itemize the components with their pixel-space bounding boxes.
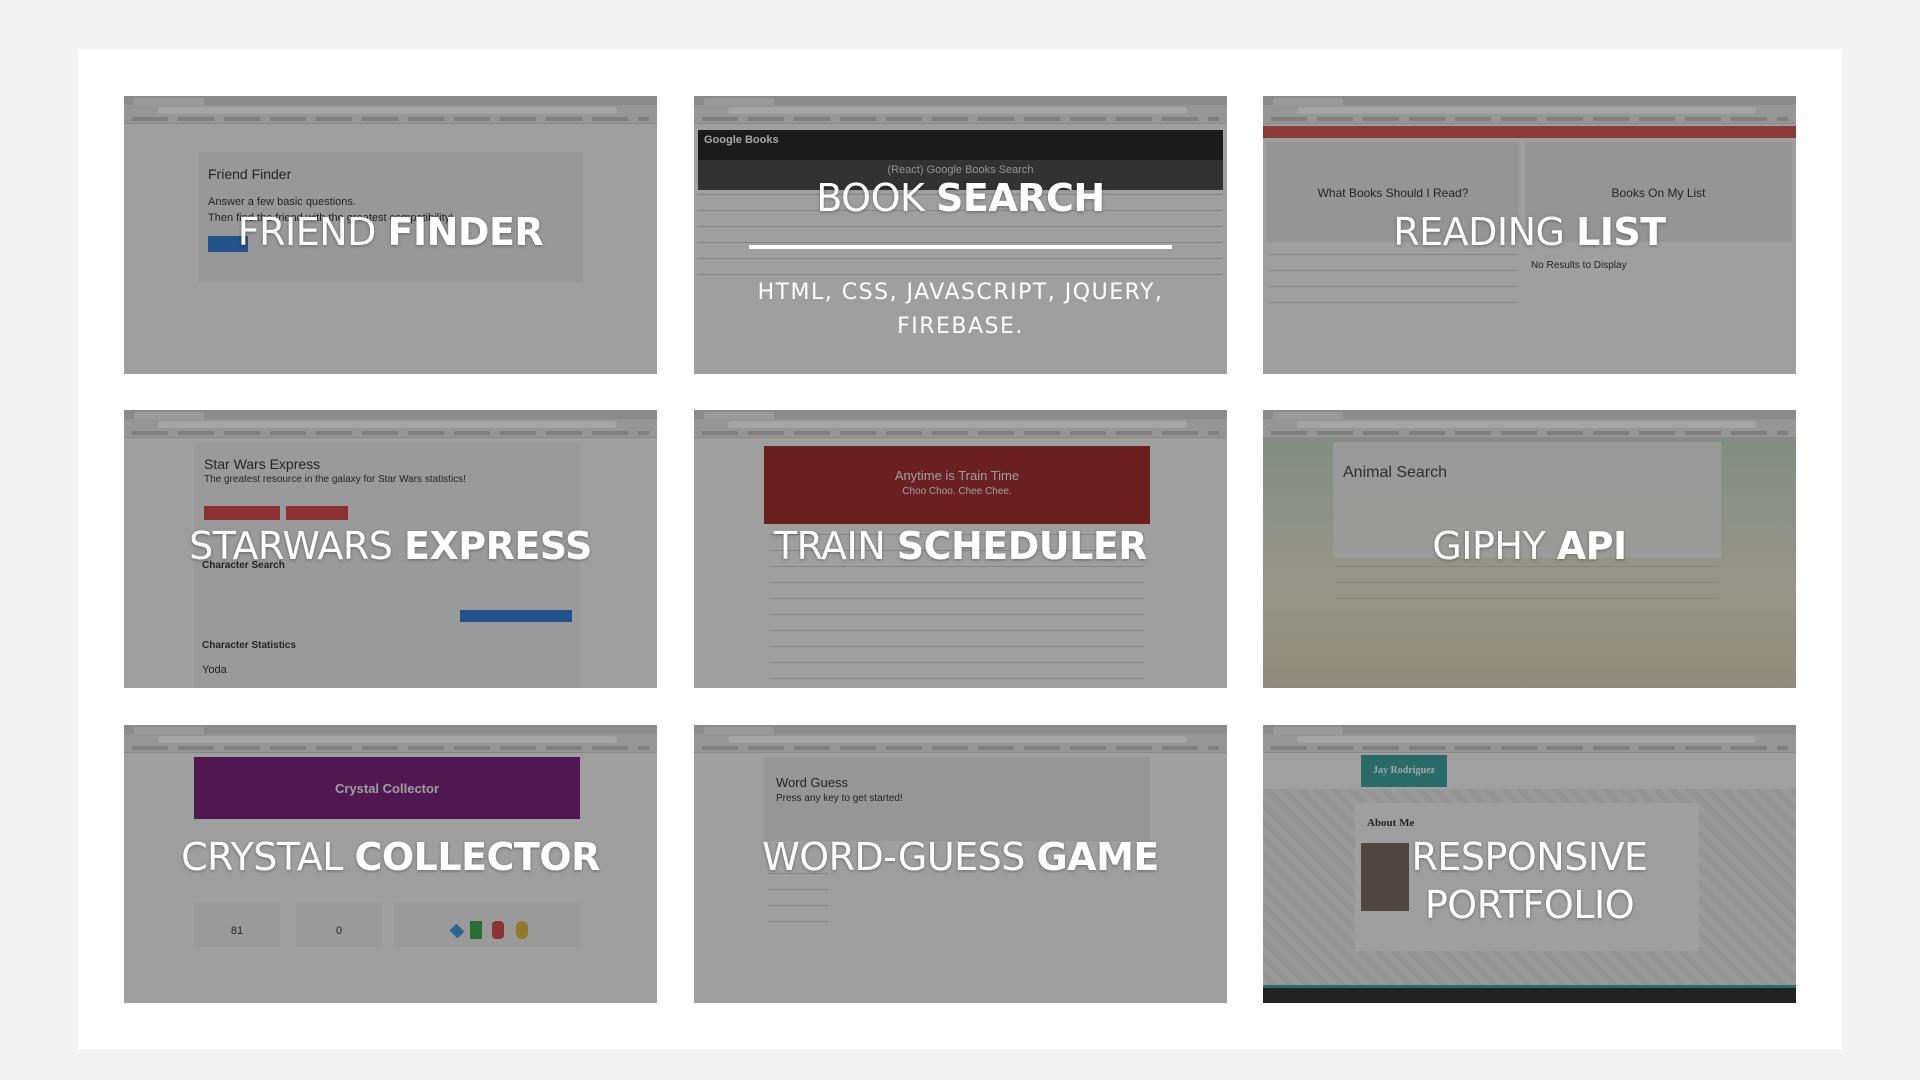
- project-title: TRAIN SCHEDULER: [773, 524, 1148, 568]
- project-card-reading-list[interactable]: What Books Should I Read? Books On My Li…: [1263, 96, 1796, 374]
- project-title: WORD-GUESS GAME: [762, 835, 1159, 879]
- project-card-book-search[interactable]: Google Books (React) Google Books Search…: [694, 96, 1227, 374]
- tech-stack: HTML, CSS, JAVASCRIPT, JQUERY, FIREBASE.: [757, 280, 1164, 339]
- project-title: FRIEND FINDER: [237, 210, 544, 254]
- project-title: READING LIST: [1393, 210, 1666, 254]
- project-title: STARWARS EXPRESS: [189, 524, 592, 568]
- portfolio-grid: Friend Finder Answer a few basic questio…: [78, 49, 1842, 1049]
- project-card-word-guess-game[interactable]: Word Guess Press any key to get started!…: [694, 725, 1227, 1003]
- project-title: GIPHY API: [1432, 524, 1627, 568]
- project-card-train-scheduler[interactable]: Anytime is Train Time Choo Choo. Chee Ch…: [694, 410, 1227, 688]
- project-title-line2: PORTFOLIO: [1424, 883, 1635, 927]
- title-underline: [749, 245, 1172, 249]
- project-title: CRYSTAL COLLECTOR: [181, 835, 600, 879]
- project-card-crystal-collector[interactable]: Crystal Collector 81 0 CRYSTAL COLLECTOR: [124, 725, 657, 1003]
- project-card-friend-finder[interactable]: Friend Finder Answer a few basic questio…: [124, 96, 657, 374]
- project-card-responsive-portfolio[interactable]: Jay Rodriguez About Me RESPONSIVE PORTFO…: [1263, 725, 1796, 1003]
- project-card-starwars-express[interactable]: Star Wars Express The greatest resource …: [124, 410, 657, 688]
- project-title: BOOK SEARCH: [816, 176, 1105, 220]
- project-card-giphy-api[interactable]: Animal Search GIPHY API: [1263, 410, 1796, 688]
- project-title: RESPONSIVE: [1411, 835, 1648, 879]
